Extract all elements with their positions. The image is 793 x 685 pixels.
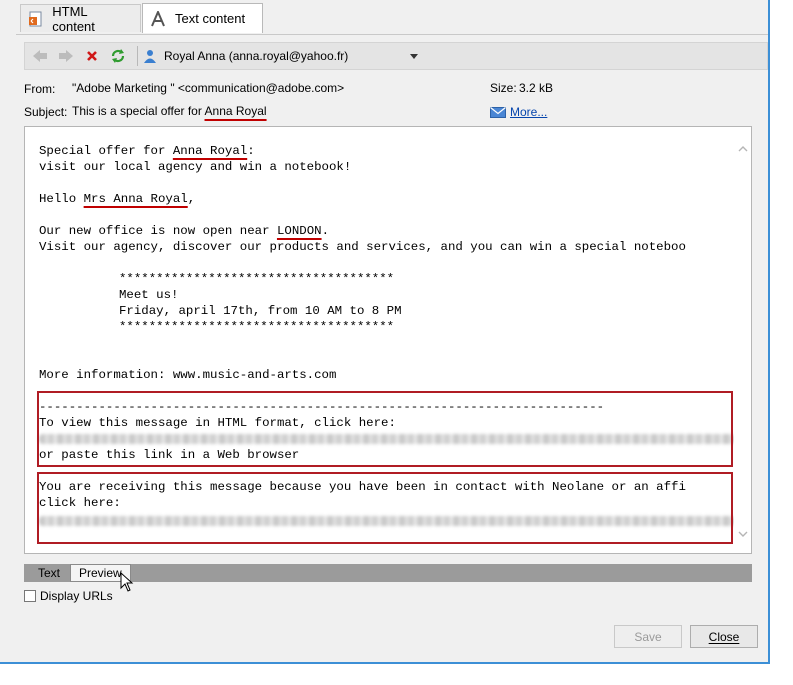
tab-html-content-label: HTML content (52, 3, 95, 34)
hello-prefix: Hello (39, 192, 84, 206)
chevron-down-icon[interactable] (410, 53, 419, 59)
more-info-line: More information: www.music-and-arts.com (39, 368, 337, 382)
checkbox-box[interactable] (24, 590, 36, 602)
offer-prefix: Special offer for (39, 144, 173, 158)
close-button[interactable]: Close (690, 625, 758, 648)
more-link-text: More... (510, 105, 548, 119)
from-label: From: (24, 82, 56, 96)
envelope-icon (490, 106, 506, 118)
offer-suffix: : (247, 144, 255, 158)
delete-x-icon[interactable] (81, 45, 103, 67)
toolbar: Royal Anna (anna.royal@yahoo.fr) (24, 42, 768, 70)
text-view-label: Text (38, 566, 61, 580)
refresh-icon[interactable] (107, 45, 129, 67)
subject-personalized-name: Anna Royal (204, 104, 267, 118)
forward-arrow-icon[interactable] (55, 45, 77, 67)
tab-bar: HTML content Text content (0, 0, 768, 34)
save-button-label: Save (634, 629, 662, 644)
save-button[interactable]: Save (614, 625, 682, 648)
visit-line: visit our local agency and win a noteboo… (39, 160, 352, 174)
display-urls-checkbox[interactable]: Display URLs (24, 589, 113, 603)
hello-suffix: , (187, 192, 196, 206)
stars-top: ************************************* (119, 272, 395, 286)
from-value: "Adobe Marketing " <communication@adobe.… (72, 81, 345, 95)
subject-label: Subject: (24, 105, 68, 119)
office-line: Our new office is now open near LONDON. (39, 223, 329, 239)
vertical-scrollbar[interactable] (734, 127, 751, 553)
tab-text-content-label: Text content (175, 11, 246, 26)
scroll-up-icon[interactable] (738, 145, 748, 152)
size-label: Size: (490, 81, 517, 95)
tab-text-content[interactable]: Text content (142, 3, 263, 33)
size-value: 3.2 kB (519, 81, 554, 95)
hello-personalized-name: Mrs Anna Royal (83, 192, 188, 206)
subject-prefix: This is a special offer for (72, 104, 202, 118)
preview-view-label: Preview (79, 566, 122, 580)
text-a-icon (149, 10, 167, 28)
back-arrow-icon[interactable] (29, 45, 51, 67)
toolbar-separator (137, 46, 138, 66)
office-suffix: . (321, 224, 330, 238)
subject-value: This is a special offer for Anna Royal (72, 104, 267, 118)
recipient-selector[interactable]: Royal Anna (anna.royal@yahoo.fr) (144, 49, 419, 63)
meet-line: Meet us! (119, 288, 179, 302)
mouse-cursor-icon (120, 572, 134, 592)
recipient-label: Royal Anna (anna.royal@yahoo.fr) (164, 49, 349, 63)
message-body[interactable]: Special offer for Anna Royal: visit our … (24, 126, 752, 554)
tab-html-content[interactable]: HTML content (20, 3, 141, 34)
more-link[interactable]: More... (490, 105, 547, 119)
hello-line: Hello Mrs Anna Royal, (39, 191, 195, 207)
unsubscribe-highlight (37, 472, 733, 544)
office-personalized-city: LONDON (276, 224, 322, 238)
display-urls-label: Display URLs (40, 589, 113, 603)
office-prefix: Our new office is now open near (39, 224, 277, 238)
scroll-down-icon[interactable] (738, 531, 748, 538)
offer-personalized-name: Anna Royal (172, 144, 248, 158)
close-button-label: Close (708, 629, 740, 644)
tab-text-view[interactable]: Text (30, 564, 68, 582)
mirror-page-highlight (37, 391, 733, 467)
offer-line: Special offer for Anna Royal: (39, 143, 255, 159)
stars-bottom: ************************************* (119, 320, 395, 334)
text-content-panel: Royal Anna (anna.royal@yahoo.fr) From: "… (16, 34, 768, 605)
view-tabs: Text Preview (24, 564, 752, 592)
window-frame: HTML content Text content Royal Anna (an… (0, 0, 770, 664)
user-icon (144, 49, 156, 63)
agency-line: Visit our agency, discover our products … (39, 240, 686, 254)
date-line: Friday, april 17th, from 10 AM to 8 PM (119, 304, 402, 318)
html-document-icon (27, 10, 44, 28)
